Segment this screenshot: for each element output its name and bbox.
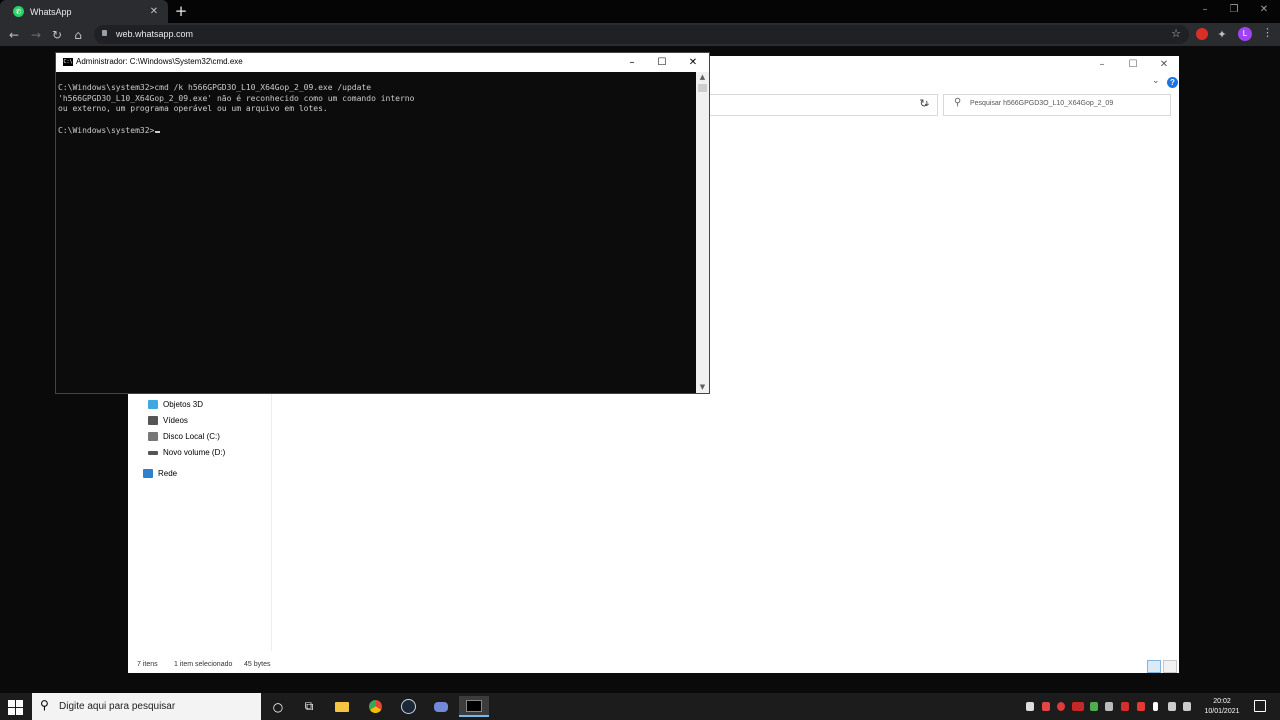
cmd-window: C:\ Administrador: C:\Windows\System32\c… xyxy=(56,53,709,393)
nav-item-3d-objects[interactable]: Objetos 3D xyxy=(148,400,203,409)
reload-icon[interactable]: ↻ xyxy=(49,27,65,43)
file-explorer-icon[interactable] xyxy=(331,696,353,717)
clock-date: 10/01/2021 xyxy=(1204,708,1240,715)
address-bar[interactable]: web.whatsapp.com ☆ xyxy=(94,25,1189,44)
record-icon[interactable] xyxy=(1057,702,1065,711)
explorer-search-input[interactable]: ⚲ Pesquisar h566GPGD3O_L10_X64Gop_2_09 xyxy=(943,94,1171,116)
windows-start-icon[interactable] xyxy=(5,697,25,717)
item-count: 7 itens xyxy=(137,661,158,668)
network-icon xyxy=(143,469,153,478)
volume-icon[interactable] xyxy=(1183,702,1191,711)
nav-item-label: Novo volume (D:) xyxy=(163,448,226,457)
task-view-icon[interactable]: ⧉ xyxy=(298,696,320,717)
explorer-close-button[interactable]: ✕ xyxy=(1154,58,1174,72)
selection-status: 1 item selecionado xyxy=(174,661,233,668)
search-placeholder: Pesquisar h566GPGD3O_L10_X64Gop_2_09 xyxy=(970,100,1114,107)
cmd-window-title: Administrador: C:\Windows\System32\cmd.e… xyxy=(76,57,243,66)
taskbar: ⚲ Digite aqui para pesquisar ○ ⧉ 20:02 1… xyxy=(0,693,1280,720)
console-line: 'h566GPGD3O_L10_X64Gop_2_09.exe' não é r… xyxy=(58,94,415,103)
console-prompt: C:\Windows\system32> xyxy=(58,126,155,135)
nav-item-local-disk[interactable]: Disco Local (C:) xyxy=(148,432,220,441)
cmd-scrollbar[interactable]: ▲ ▼ xyxy=(696,72,709,393)
security-icon[interactable] xyxy=(1121,702,1129,711)
chevron-down-icon[interactable]: ⌄ xyxy=(1152,76,1160,86)
avatar[interactable]: L xyxy=(1238,27,1252,41)
explorer-maximize-button[interactable]: ☐ xyxy=(1123,58,1143,72)
clock-time: 20:02 xyxy=(1213,698,1231,705)
minimize-button[interactable]: – xyxy=(1190,2,1220,18)
console-line: ou externo, um programa operável ou um a… xyxy=(58,104,328,113)
nav-item-label: Disco Local (C:) xyxy=(163,432,220,441)
nav-item-label: Rede xyxy=(158,469,178,478)
cmd-close-button[interactable]: ✕ xyxy=(682,55,704,70)
app-tray-icon[interactable] xyxy=(1090,702,1098,711)
tab-whatsapp[interactable]: ✆ WhatsApp ✕ xyxy=(0,0,168,23)
console-prompt-line: C:\Windows\system32> xyxy=(58,126,161,135)
scroll-up-icon[interactable]: ▲ xyxy=(696,72,709,83)
status-bar: 7 itens 1 item selecionado 45 bytes xyxy=(128,659,1179,673)
gpu-icon[interactable] xyxy=(1072,702,1084,711)
extension-icon[interactable] xyxy=(1196,28,1208,40)
close-tab-icon[interactable]: ✕ xyxy=(148,6,160,18)
explorer-minimize-button[interactable]: – xyxy=(1092,58,1112,72)
text-cursor xyxy=(155,131,161,133)
bookmark-star-icon[interactable]: ☆ xyxy=(1171,27,1181,40)
lightning-icon[interactable] xyxy=(1137,702,1145,711)
scroll-down-icon[interactable]: ▼ xyxy=(696,382,709,393)
cortana-icon[interactable]: ○ xyxy=(267,696,289,717)
forward-icon[interactable]: → xyxy=(28,27,44,43)
url-text: web.whatsapp.com xyxy=(116,29,194,39)
microphone-icon[interactable] xyxy=(1042,702,1050,711)
3d-objects-icon xyxy=(148,400,158,409)
microphone-tray-icon[interactable] xyxy=(1153,702,1158,711)
cmd-titlebar[interactable]: C:\ Administrador: C:\Windows\System32\c… xyxy=(56,53,709,72)
tab-title: WhatsApp xyxy=(30,6,72,17)
nav-item-new-volume[interactable]: Novo volume (D:) xyxy=(148,448,225,457)
close-window-button[interactable]: ✕ xyxy=(1249,2,1279,18)
selection-size: 45 bytes xyxy=(244,661,271,668)
puzzle-icon[interactable]: ✦ xyxy=(1214,27,1230,43)
details-view-button[interactable] xyxy=(1147,660,1161,673)
search-icon: ⚲ xyxy=(954,97,962,108)
console-line: C:\Windows\system32>cmd /k h566GPGD3O_L1… xyxy=(58,83,372,92)
nav-item-videos[interactable]: Vídeos xyxy=(148,416,188,425)
chrome-icon[interactable] xyxy=(364,696,386,717)
new-tab-button[interactable]: + xyxy=(174,3,188,19)
refresh-icon[interactable]: ↻ xyxy=(916,96,932,112)
headset-icon[interactable] xyxy=(1026,702,1034,711)
network-tray-icon[interactable] xyxy=(1168,702,1176,711)
terminal-icon[interactable] xyxy=(459,696,489,717)
cmd-console[interactable]: C:\Windows\system32>cmd /k h566GPGD3O_L1… xyxy=(56,72,696,393)
nav-item-network[interactable]: Rede xyxy=(143,469,177,478)
help-icon[interactable]: ? xyxy=(1167,77,1178,88)
nav-item-label: Vídeos xyxy=(163,416,188,425)
menu-dots-icon[interactable]: ⋮ xyxy=(1262,26,1273,39)
back-icon[interactable]: ← xyxy=(6,27,22,43)
steam-icon[interactable] xyxy=(397,696,419,717)
explorer-address-bar[interactable]: ⌄ xyxy=(708,94,938,116)
videos-icon xyxy=(148,416,158,425)
lock-icon xyxy=(102,30,107,36)
whatsapp-icon: ✆ xyxy=(13,6,24,17)
steam-tray-icon[interactable] xyxy=(1105,702,1113,711)
discord-icon[interactable] xyxy=(430,696,452,717)
cmd-minimize-button[interactable]: – xyxy=(621,55,643,70)
home-icon[interactable]: ⌂ xyxy=(70,27,86,43)
browser-tabstrip: ✆ WhatsApp ✕ + – ❐ ✕ xyxy=(0,0,1280,23)
taskbar-search-placeholder: Digite aqui para pesquisar xyxy=(59,701,176,712)
browser-toolbar: ← → ↻ ⌂ web.whatsapp.com ☆ ✦ L ⋮ xyxy=(0,23,1280,46)
nav-item-label: Objetos 3D xyxy=(163,400,204,409)
restore-button[interactable]: ❐ xyxy=(1219,2,1249,18)
system-clock[interactable]: 20:02 10/01/2021 xyxy=(1196,697,1248,717)
search-icon: ⚲ xyxy=(40,698,49,712)
taskbar-search-input[interactable]: ⚲ Digite aqui para pesquisar xyxy=(32,693,261,720)
cmd-icon: C:\ xyxy=(63,58,73,66)
scroll-thumb[interactable] xyxy=(698,84,707,92)
local-disk-icon xyxy=(148,432,158,441)
large-icons-view-button[interactable] xyxy=(1163,660,1177,673)
drive-icon xyxy=(148,450,158,455)
cmd-maximize-button[interactable]: ☐ xyxy=(651,55,673,70)
notification-center-icon[interactable] xyxy=(1254,700,1266,712)
